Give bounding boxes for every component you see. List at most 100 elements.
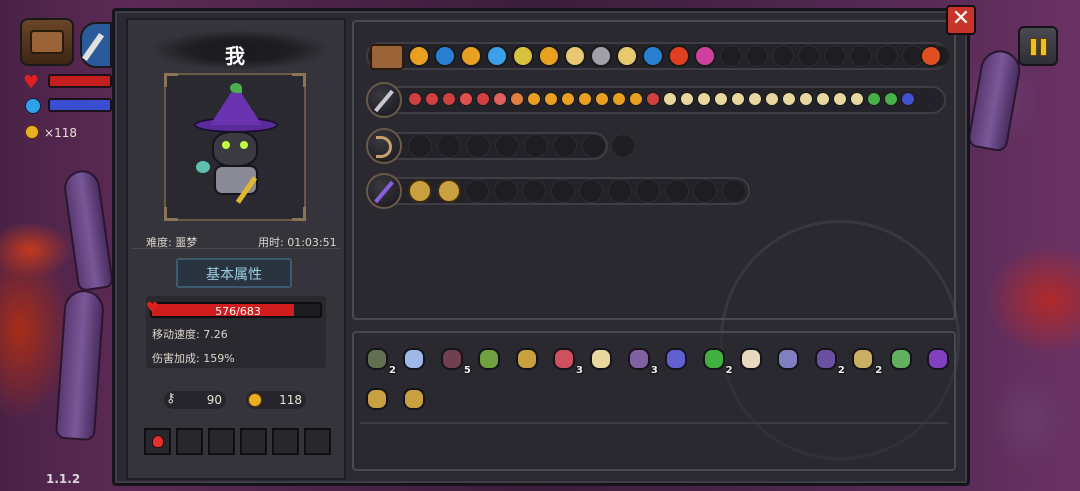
upgrade-icon[interactable] [510, 92, 524, 106]
health-potion-icon [152, 435, 164, 448]
relic-icon[interactable] [564, 45, 586, 67]
water-drop-icon [665, 348, 688, 370]
item-slot[interactable] [399, 384, 429, 414]
wand-upgrade-icon[interactable] [408, 179, 432, 203]
relic-icon[interactable] [434, 45, 456, 67]
relic-icon[interactable] [694, 45, 716, 67]
empty-upgrade-slot [636, 179, 660, 203]
wand-upgrade-icon[interactable] [436, 179, 461, 203]
robe-icon [814, 348, 837, 370]
upgrade-icon[interactable] [408, 92, 422, 106]
item-slot[interactable] [399, 344, 429, 374]
cloak-icon [440, 348, 463, 370]
empty-upgrade-slot [553, 134, 577, 158]
item-count: 2 [875, 365, 883, 376]
upgrade-icon[interactable] [476, 92, 490, 106]
item-slot[interactable]: 5 [437, 344, 471, 376]
upgrade-icon[interactable] [884, 92, 898, 106]
relic-icon[interactable] [920, 45, 942, 67]
item-count: 5 [463, 365, 471, 376]
empty-upgrade-slot [611, 134, 635, 158]
relic-icon[interactable] [486, 45, 508, 67]
item-slot[interactable] [474, 344, 504, 374]
item-slot[interactable] [586, 344, 616, 374]
upgrade-icon[interactable] [425, 92, 439, 106]
item-slot[interactable] [362, 384, 392, 414]
upgrade-icon[interactable] [782, 92, 796, 106]
item-slot[interactable] [736, 344, 766, 374]
damage-bonus-stat: 伤害加成: 159% [152, 352, 235, 365]
relic-icon[interactable] [460, 45, 482, 67]
relic-icon[interactable] [668, 45, 690, 67]
character-eye [240, 141, 248, 149]
key-icon: ⚷ [166, 391, 176, 406]
upgrade-icon[interactable] [748, 92, 762, 106]
relic-icon[interactable] [642, 45, 664, 67]
inventory-slot[interactable] [304, 428, 331, 455]
upgrade-icon[interactable] [765, 92, 779, 106]
item-slot[interactable]: 2 [848, 344, 882, 376]
empty-upgrade-slot [693, 179, 717, 203]
empty-relic-slot [772, 45, 794, 67]
upgrade-icon[interactable] [646, 92, 660, 106]
item-slot[interactable]: 2 [811, 344, 845, 376]
upgrade-icon[interactable] [731, 92, 745, 106]
upgrade-icon[interactable] [459, 92, 473, 106]
weapon-slot-wand[interactable] [366, 173, 402, 209]
empty-relic-slot [746, 45, 768, 67]
empty-upgrade-slot [465, 179, 489, 203]
upgrade-icon[interactable] [901, 92, 915, 106]
inventory-slot[interactable] [272, 428, 299, 455]
inventory-slot[interactable] [208, 428, 235, 455]
empty-upgrade-slot [579, 179, 603, 203]
weapon-slot-staff[interactable] [366, 82, 402, 118]
wizard-hat-icon [927, 348, 949, 370]
item-slot[interactable] [773, 344, 803, 374]
item-slot[interactable] [923, 344, 953, 374]
upgrade-icon[interactable] [799, 92, 813, 106]
relic-icon[interactable] [512, 45, 534, 67]
upgrade-icon[interactable] [816, 92, 830, 106]
upgrade-icon[interactable] [612, 92, 626, 106]
upgrade-icon[interactable] [629, 92, 643, 106]
relic-icon[interactable] [538, 45, 560, 67]
potion-slot[interactable] [144, 428, 171, 455]
item-slot[interactable] [512, 344, 542, 374]
upgrade-icon[interactable] [680, 92, 694, 106]
item-slot[interactable] [886, 344, 916, 374]
relic-icon[interactable] [408, 45, 430, 67]
item-slot[interactable] [661, 344, 691, 374]
coin-icon [25, 125, 39, 139]
upgrade-icon[interactable] [867, 92, 881, 106]
hat-leaf-icon [230, 83, 242, 93]
upgrade-icon[interactable] [493, 92, 507, 106]
envelope-icon [627, 348, 650, 370]
upgrade-icon[interactable] [697, 92, 711, 106]
pause-button[interactable] [1018, 26, 1058, 66]
relic-icon[interactable] [616, 45, 638, 67]
upgrade-icon[interactable] [527, 92, 541, 106]
hook-icon [366, 388, 388, 410]
version-label: 1.1.2 [46, 472, 81, 486]
item-slot[interactable]: 2 [699, 344, 733, 376]
magnifier-icon [852, 348, 875, 370]
upgrade-icon[interactable] [714, 92, 728, 106]
relic-icon[interactable] [590, 45, 612, 67]
character-portrait [164, 73, 306, 221]
upgrade-icon[interactable] [663, 92, 677, 106]
item-slot[interactable]: 3 [549, 344, 583, 376]
inventory-slot[interactable] [176, 428, 203, 455]
upgrade-icon[interactable] [850, 92, 864, 106]
item-slot[interactable]: 2 [362, 344, 396, 376]
inventory-slot[interactable] [240, 428, 267, 455]
relic-chest-icon[interactable] [370, 44, 404, 70]
upgrade-icon[interactable] [578, 92, 592, 106]
weapon-slot-bow[interactable] [366, 128, 402, 164]
close-button[interactable]: ✕ [946, 5, 976, 35]
upgrade-icon[interactable] [442, 92, 456, 106]
upgrade-icon[interactable] [833, 92, 847, 106]
upgrade-icon[interactable] [561, 92, 575, 106]
item-slot[interactable]: 3 [624, 344, 658, 376]
upgrade-icon[interactable] [544, 92, 558, 106]
upgrade-icon[interactable] [595, 92, 609, 106]
